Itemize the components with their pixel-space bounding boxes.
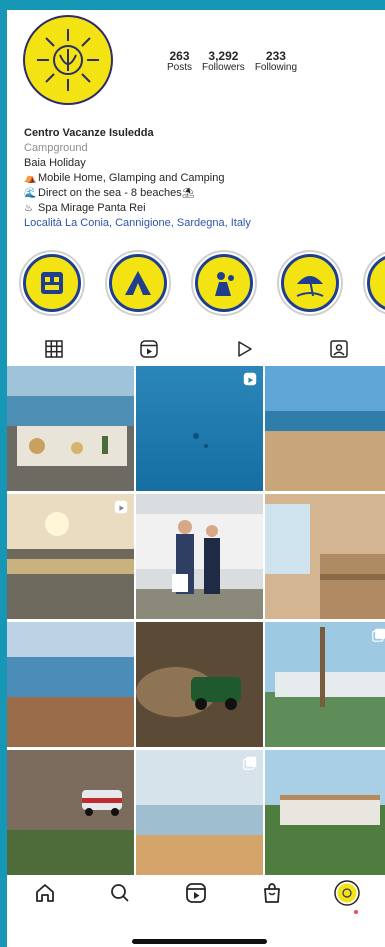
following-count: 233 — [265, 49, 286, 63]
tent-icon — [125, 271, 151, 295]
building-icon — [41, 272, 63, 294]
beach-emoji-icon: ⛱ — [181, 188, 195, 199]
bio-line-beaches: 🌊 Direct on the sea - 8 beaches ⛱ — [24, 186, 374, 201]
story-highlights — [7, 250, 385, 330]
bio-line: Baia Holiday — [24, 157, 86, 169]
bottom-navigation — [7, 868, 385, 918]
posts-grid — [7, 366, 385, 875]
grid-post[interactable] — [7, 494, 134, 619]
grid-post[interactable] — [265, 750, 385, 875]
reels-badge-icon — [243, 372, 257, 386]
followers-count: 3,292 — [208, 49, 239, 63]
posts-label: Posts — [167, 62, 193, 73]
nav-profile[interactable] — [309, 868, 385, 918]
following-label: Following — [254, 62, 298, 73]
posts-count: 263 — [169, 49, 190, 63]
notification-dot — [354, 910, 358, 914]
grid-post[interactable] — [265, 366, 385, 491]
bio-line-text: Spa Mirage Panta Rei — [38, 202, 146, 214]
grid-post[interactable] — [136, 750, 263, 875]
camping-emoji-icon: ⛺ — [24, 173, 37, 184]
bio-line-mobile-home: ⛺ Mobile Home, Glamping and Camping — [24, 171, 374, 186]
followers-label: Followers — [202, 62, 245, 73]
stat-followers[interactable]: 3,292 Followers — [202, 50, 245, 73]
grid-post[interactable] — [136, 494, 263, 619]
home-indicator — [132, 939, 267, 944]
sun-logo-icon — [37, 29, 99, 91]
family-icon — [379, 266, 385, 300]
nav-search[interactable] — [83, 868, 159, 918]
grid-post[interactable] — [136, 366, 263, 491]
multi-badge-icon — [372, 628, 385, 642]
grid-post[interactable] — [265, 622, 385, 747]
reels-badge-icon — [114, 500, 128, 514]
rally-car-rocks-image — [7, 750, 134, 875]
tab-reels[interactable] — [102, 328, 196, 370]
seaside-dinner-image — [7, 366, 134, 491]
wave-emoji-icon: 🌊 — [24, 188, 37, 199]
reels-icon — [186, 883, 206, 903]
bio-line-text: Direct on the sea - 8 beaches — [38, 187, 182, 199]
wooden-sauna-image — [265, 494, 385, 619]
profile-avatar[interactable] — [23, 15, 113, 105]
tagged-icon — [330, 340, 348, 358]
search-icon — [111, 884, 130, 902]
reels-icon — [140, 340, 158, 358]
profile-name: Centro Vacanze Isuledda — [24, 127, 154, 139]
rally-car-dust-image — [136, 622, 263, 747]
instagram-profile-screen: 263 Posts 3,292 Followers 233 Following … — [7, 10, 385, 947]
nav-shop[interactable] — [234, 868, 310, 918]
tab-grid[interactable] — [7, 328, 101, 370]
highlight-tent[interactable] — [105, 250, 171, 316]
bio-line-text: Mobile Home, Glamping and Camping — [38, 172, 225, 184]
rocky-coast-image — [7, 622, 134, 747]
sandy-beach-image — [265, 366, 385, 491]
nav-home[interactable] — [7, 868, 83, 918]
grid-post[interactable] — [7, 366, 134, 491]
stat-posts[interactable]: 263 Posts — [167, 50, 192, 73]
location-link[interactable]: Località La Conia, Cannigione, Sardegna,… — [24, 216, 374, 231]
profile-stats: 263 Posts 3,292 Followers 233 Following — [167, 50, 367, 73]
highlight-beach[interactable] — [277, 250, 343, 316]
profile-bio: Centro Vacanze Isuledda Campground Baia … — [24, 126, 374, 231]
home-icon — [35, 884, 54, 902]
stat-following[interactable]: 233 Following — [255, 50, 297, 73]
highlight-building[interactable] — [19, 250, 85, 316]
profile-tabs — [7, 328, 385, 370]
grid-post[interactable] — [7, 622, 134, 747]
profile-header: 263 Posts 3,292 Followers 233 Following — [7, 10, 385, 120]
multi-badge-icon — [243, 756, 257, 770]
bio-line-spa: ♨ Spa Mirage Panta Rei — [24, 201, 374, 216]
grid-post[interactable] — [265, 494, 385, 619]
nav-reels[interactable] — [158, 868, 234, 918]
grid-post[interactable] — [7, 750, 134, 875]
profile-category: Campground — [24, 142, 88, 154]
highlight-family[interactable] — [363, 250, 385, 316]
spa-emoji-icon: ♨ — [24, 203, 33, 214]
beach-umbrella-icon — [296, 276, 324, 297]
shop-icon — [263, 883, 280, 903]
kids-icon — [215, 272, 234, 296]
pool-palms-image — [265, 622, 385, 747]
mobile-homes-image — [265, 750, 385, 875]
couple-motorhome-image — [136, 494, 263, 619]
profile-avatar-icon — [334, 880, 360, 906]
play-icon — [238, 341, 252, 357]
tab-tagged[interactable] — [292, 328, 385, 370]
highlight-kids[interactable] — [191, 250, 257, 316]
grid-post[interactable] — [136, 622, 263, 747]
tab-video[interactable] — [197, 328, 291, 370]
grid-icon — [45, 339, 63, 358]
